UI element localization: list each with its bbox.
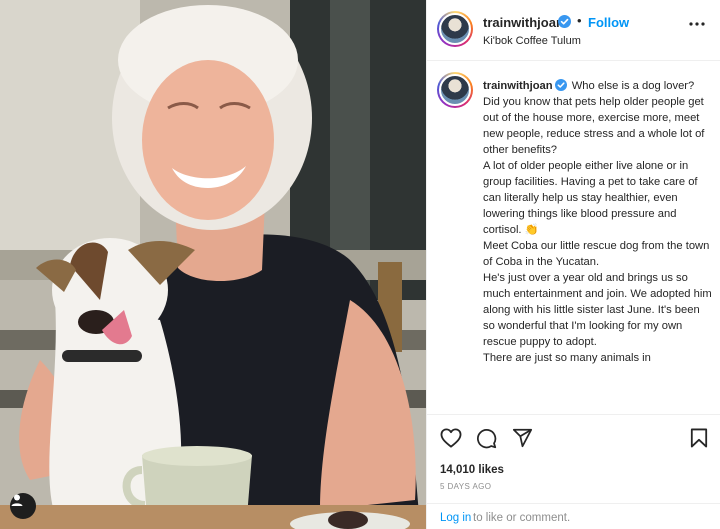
login-prompt: Log in to like or comment. [427, 503, 720, 529]
avatar[interactable] [437, 11, 473, 47]
user-tag-icon [11, 494, 23, 506]
user-tag-button[interactable] [10, 493, 36, 519]
post-location[interactable]: Ki'bok Coffee Tulum [483, 35, 581, 47]
post-date: 5 DAYS AGO [440, 482, 492, 491]
caption-username[interactable]: trainwithjoan [483, 80, 553, 92]
post-actions: 14,010 likes 5 DAYS AGO Log in to like o… [427, 414, 720, 529]
caption-area: trainwithjoan Who else is a dog lover? D… [427, 61, 720, 414]
post-header: trainwithjoan • Follow Ki'bok Coffee Tul… [427, 0, 720, 61]
caption-avatar[interactable] [437, 72, 473, 108]
header-separator-dot: • [577, 13, 582, 28]
more-options-icon[interactable] [689, 22, 705, 26]
heart-icon[interactable] [440, 428, 462, 448]
verified-badge-icon [554, 79, 567, 91]
post-side-panel: trainwithjoan • Follow Ki'bok Coffee Tul… [426, 0, 720, 529]
photo-illustration [0, 0, 426, 529]
comment-icon[interactable] [476, 428, 497, 449]
share-icon[interactable] [512, 428, 533, 448]
bookmark-icon[interactable] [690, 428, 708, 448]
verified-badge-icon [558, 15, 571, 28]
likes-count[interactable]: 14,010 likes [440, 464, 504, 476]
follow-button[interactable]: Follow [588, 15, 629, 30]
login-link[interactable]: Log in [440, 512, 471, 524]
caption: trainwithjoan Who else is a dog lover? D… [483, 78, 713, 366]
header-username[interactable]: trainwithjoan [483, 15, 564, 30]
login-prompt-text: to like or comment. [473, 512, 571, 524]
caption-body: Who else is a dog lover? Did you know th… [483, 80, 712, 364]
post-photo [0, 0, 426, 529]
